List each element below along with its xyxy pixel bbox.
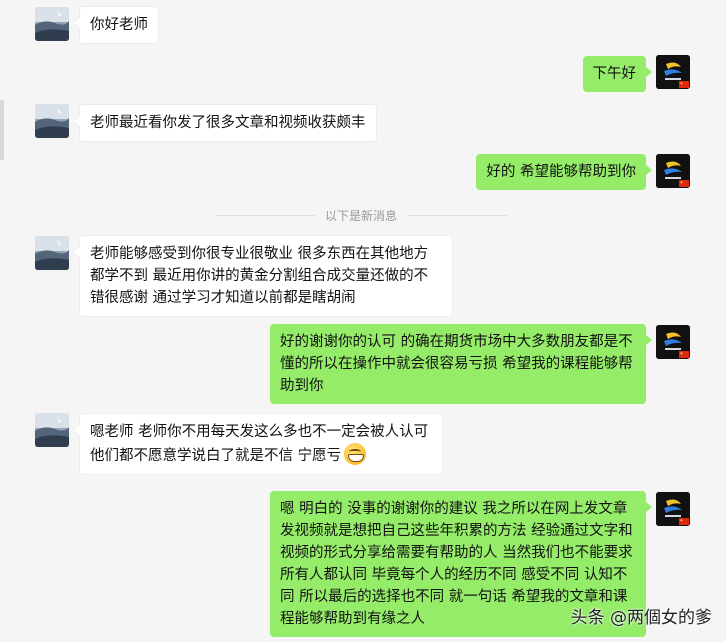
message-bubble[interactable]: 下午好 xyxy=(582,56,652,92)
sky-landscape-icon xyxy=(35,104,69,138)
message-text: 好的 希望能够帮助到你 xyxy=(486,164,636,180)
contact-avatar[interactable] xyxy=(35,236,69,270)
own-avatar[interactable] xyxy=(656,325,690,359)
watermark: 头条 @两個女的爹 xyxy=(570,608,712,628)
message-bubble[interactable]: 老师最近看你发了很多文章和视频收获颇丰 xyxy=(74,104,377,142)
message-text: 老师最近看你发了很多文章和视频收获颇丰 xyxy=(90,115,366,131)
scrollbar[interactable] xyxy=(0,100,4,160)
sky-landscape-icon xyxy=(35,236,69,270)
brand-logo-icon xyxy=(656,325,690,359)
message-text: 好的谢谢你的认可 的确在期货市场中大多数朋友都是不懂的所以在操作中就会很容易亏损… xyxy=(280,334,633,394)
china-flag-icon xyxy=(679,81,689,88)
sky-landscape-icon xyxy=(35,7,69,41)
message-text: 你好老师 xyxy=(90,17,148,33)
divider-line xyxy=(407,214,508,216)
brand-logo-icon xyxy=(656,154,690,188)
china-flag-icon xyxy=(679,180,689,187)
china-flag-icon xyxy=(679,518,689,525)
brand-logo-icon xyxy=(656,55,690,89)
message-text: 老师能够感受到你很专业很敬业 很多东西在其他地方都学不到 最近用你讲的黄金分割组… xyxy=(90,246,429,306)
china-flag-icon xyxy=(679,351,689,358)
message-bubble[interactable]: 你好老师 xyxy=(74,6,159,44)
divider-line xyxy=(215,214,315,216)
message-text: 下午好 xyxy=(592,66,637,82)
message-bubble[interactable]: 嗯老师 老师你不用每天发这么多也不一定会被人认可 他们都不愿意学说白了就是不信 … xyxy=(74,413,443,475)
contact-avatar[interactable] xyxy=(35,104,69,138)
brand-logo-icon xyxy=(656,492,690,526)
message-text: 嗯老师 老师你不用每天发这么多也不一定会被人认可 他们都不愿意学说白了就是不信 … xyxy=(90,424,429,464)
sky-landscape-icon xyxy=(35,413,69,447)
contact-avatar[interactable] xyxy=(35,413,69,447)
message-bubble[interactable]: 好的谢谢你的认可 的确在期货市场中大多数朋友都是不懂的所以在操作中就会很容易亏损… xyxy=(270,324,652,404)
grinning-face-icon xyxy=(344,443,367,465)
own-avatar[interactable] xyxy=(656,154,690,188)
new-messages-divider: 以下是新消息 xyxy=(215,206,508,224)
message-bubble[interactable]: 老师能够感受到你很专业很敬业 很多东西在其他地方都学不到 最近用你讲的黄金分割组… xyxy=(74,235,453,317)
own-avatar[interactable] xyxy=(656,55,690,89)
own-avatar[interactable] xyxy=(656,492,690,526)
message-bubble[interactable]: 好的 希望能够帮助到你 xyxy=(476,154,652,190)
contact-avatar[interactable] xyxy=(35,7,69,41)
divider-label: 以下是新消息 xyxy=(325,208,398,223)
